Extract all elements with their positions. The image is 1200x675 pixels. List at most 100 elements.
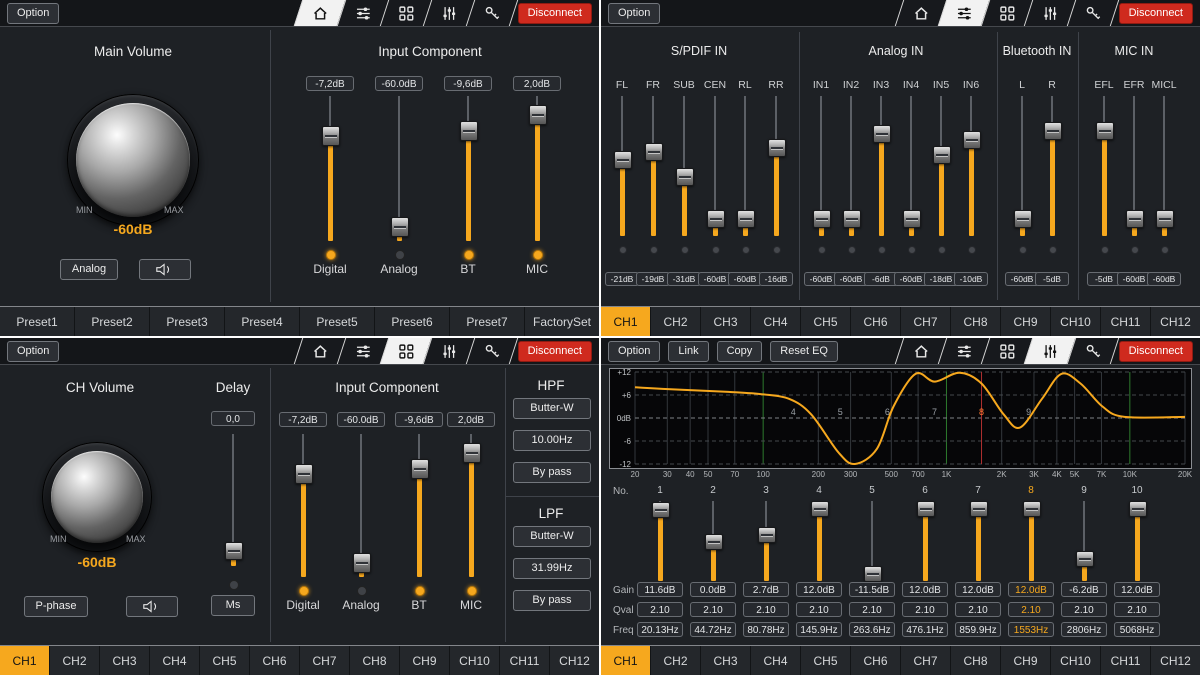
- nav-key[interactable]: [1067, 338, 1119, 364]
- channel-tab-ch12[interactable]: CH12: [550, 646, 599, 675]
- slider-handle[interactable]: [1044, 122, 1062, 140]
- channel-tab-ch4[interactable]: CH4: [751, 646, 801, 675]
- channel-tab-ch10[interactable]: CH10: [450, 646, 500, 675]
- rr-level-fader[interactable]: [767, 96, 785, 236]
- preset-tab-4[interactable]: Preset4: [225, 307, 300, 336]
- preset-tab-1[interactable]: Preset1: [0, 307, 75, 336]
- slider-handle[interactable]: [295, 464, 313, 484]
- slider-handle[interactable]: [652, 502, 670, 518]
- mic-input-fader[interactable]: [528, 96, 546, 241]
- q-value[interactable]: 2.10: [690, 602, 736, 617]
- slider-handle[interactable]: [768, 139, 786, 157]
- gain-value[interactable]: 2.7dB: [743, 582, 789, 597]
- gain-value[interactable]: 12.0dB: [1008, 582, 1054, 597]
- slider-handle[interactable]: [843, 210, 861, 228]
- slider-handle[interactable]: [460, 121, 478, 141]
- preset-tab-7[interactable]: Preset7: [450, 307, 525, 336]
- analog-input-fader[interactable]: [390, 96, 408, 241]
- slider-handle[interactable]: [645, 143, 663, 161]
- channel-tab-ch3[interactable]: CH3: [701, 307, 751, 336]
- channel-tab-ch9[interactable]: CH9: [1001, 307, 1051, 336]
- r-level-fader[interactable]: [1043, 96, 1061, 236]
- link-button[interactable]: Link: [668, 341, 708, 362]
- eq-curve-graph[interactable]: 20304050701002003005007001K2K3K4K5K7K10K…: [609, 368, 1192, 482]
- slider-handle[interactable]: [903, 210, 921, 228]
- p-phase-button[interactable]: P-phase: [24, 596, 88, 617]
- slider-handle[interactable]: [676, 168, 694, 186]
- channel-tab-ch6[interactable]: CH6: [851, 307, 901, 336]
- lpf-type-button[interactable]: Butter-W: [513, 526, 591, 547]
- channel-tab-ch2[interactable]: CH2: [50, 646, 100, 675]
- gain-value[interactable]: 12.0dB: [955, 582, 1001, 597]
- slider-handle[interactable]: [963, 131, 981, 149]
- gain-value[interactable]: -6.2dB: [1061, 582, 1107, 597]
- disconnect-button[interactable]: Disconnect: [518, 341, 592, 362]
- channel-tab-ch5[interactable]: CH5: [801, 307, 851, 336]
- slider-handle[interactable]: [353, 553, 371, 573]
- slider-handle[interactable]: [917, 501, 935, 517]
- slider-handle[interactable]: [614, 151, 632, 169]
- micl-level-fader[interactable]: [1155, 96, 1173, 236]
- freq-value[interactable]: 263.6Hz: [849, 622, 895, 637]
- channel-tab-ch12[interactable]: CH12: [1151, 646, 1200, 675]
- slider-handle[interactable]: [1014, 210, 1032, 228]
- slider-handle[interactable]: [1126, 210, 1144, 228]
- eq-band-3-fader[interactable]: [757, 501, 775, 581]
- eq-band-7-fader[interactable]: [969, 501, 987, 581]
- channel-tab-ch6[interactable]: CH6: [851, 646, 901, 675]
- in2-level-fader[interactable]: [842, 96, 860, 236]
- slider-handle[interactable]: [1129, 501, 1147, 517]
- slider-handle[interactable]: [322, 126, 340, 146]
- gain-value[interactable]: 12.0dB: [1114, 582, 1160, 597]
- analog-input-fader[interactable]: [352, 434, 370, 577]
- cen-level-fader[interactable]: [706, 96, 724, 236]
- in5-level-fader[interactable]: [932, 96, 950, 236]
- slider-handle[interactable]: [864, 566, 882, 582]
- channel-tab-ch9[interactable]: CH9: [400, 646, 450, 675]
- channel-tab-ch10[interactable]: CH10: [1051, 307, 1101, 336]
- mute-button[interactable]: [126, 596, 178, 617]
- channel-tab-ch7[interactable]: CH7: [300, 646, 350, 675]
- nav-key[interactable]: [466, 0, 518, 26]
- delay-unit-button[interactable]: Ms: [211, 595, 255, 616]
- analog-source-button[interactable]: Analog: [60, 259, 118, 280]
- slider-handle[interactable]: [1023, 501, 1041, 517]
- slider-handle[interactable]: [225, 542, 243, 560]
- q-value[interactable]: 2.10: [902, 602, 948, 617]
- freq-value[interactable]: 2806Hz: [1061, 622, 1107, 637]
- option-button[interactable]: Option: [608, 341, 660, 362]
- rl-level-fader[interactable]: [736, 96, 754, 236]
- channel-tab-ch11[interactable]: CH11: [1101, 307, 1151, 336]
- in3-level-fader[interactable]: [872, 96, 890, 236]
- eq-band-8-fader[interactable]: [1022, 501, 1040, 581]
- digital-input-fader[interactable]: [321, 96, 339, 241]
- eq-band-5-fader[interactable]: [863, 501, 881, 581]
- efr-level-fader[interactable]: [1125, 96, 1143, 236]
- channel-tab-ch1[interactable]: CH1: [0, 646, 50, 675]
- channel-tab-ch4[interactable]: CH4: [150, 646, 200, 675]
- channel-tab-ch3[interactable]: CH3: [701, 646, 751, 675]
- eq-band-10-fader[interactable]: [1128, 501, 1146, 581]
- disconnect-button[interactable]: Disconnect: [1119, 3, 1193, 24]
- option-button[interactable]: Option: [7, 3, 59, 24]
- channel-tab-ch8[interactable]: CH8: [350, 646, 400, 675]
- freq-value[interactable]: 5068Hz: [1114, 622, 1160, 637]
- q-value[interactable]: 2.10: [743, 602, 789, 617]
- freq-value[interactable]: 20.13Hz: [637, 622, 683, 637]
- gain-value[interactable]: 12.0dB: [796, 582, 842, 597]
- copy-button[interactable]: Copy: [717, 341, 763, 362]
- slider-handle[interactable]: [813, 210, 831, 228]
- fl-level-fader[interactable]: [613, 96, 631, 236]
- hpf-freq-button[interactable]: 10.00Hz: [513, 430, 591, 451]
- channel-tab-ch5[interactable]: CH5: [200, 646, 250, 675]
- channel-tab-ch7[interactable]: CH7: [901, 307, 951, 336]
- q-value[interactable]: 2.10: [955, 602, 1001, 617]
- gain-value[interactable]: 12.0dB: [902, 582, 948, 597]
- slider-handle[interactable]: [873, 125, 891, 143]
- l-level-fader[interactable]: [1013, 96, 1031, 236]
- preset-tab-2[interactable]: Preset2: [75, 307, 150, 336]
- hpf-type-button[interactable]: Butter-W: [513, 398, 591, 419]
- slider-handle[interactable]: [705, 534, 723, 550]
- mute-button[interactable]: [139, 259, 191, 280]
- freq-value[interactable]: 80.78Hz: [743, 622, 789, 637]
